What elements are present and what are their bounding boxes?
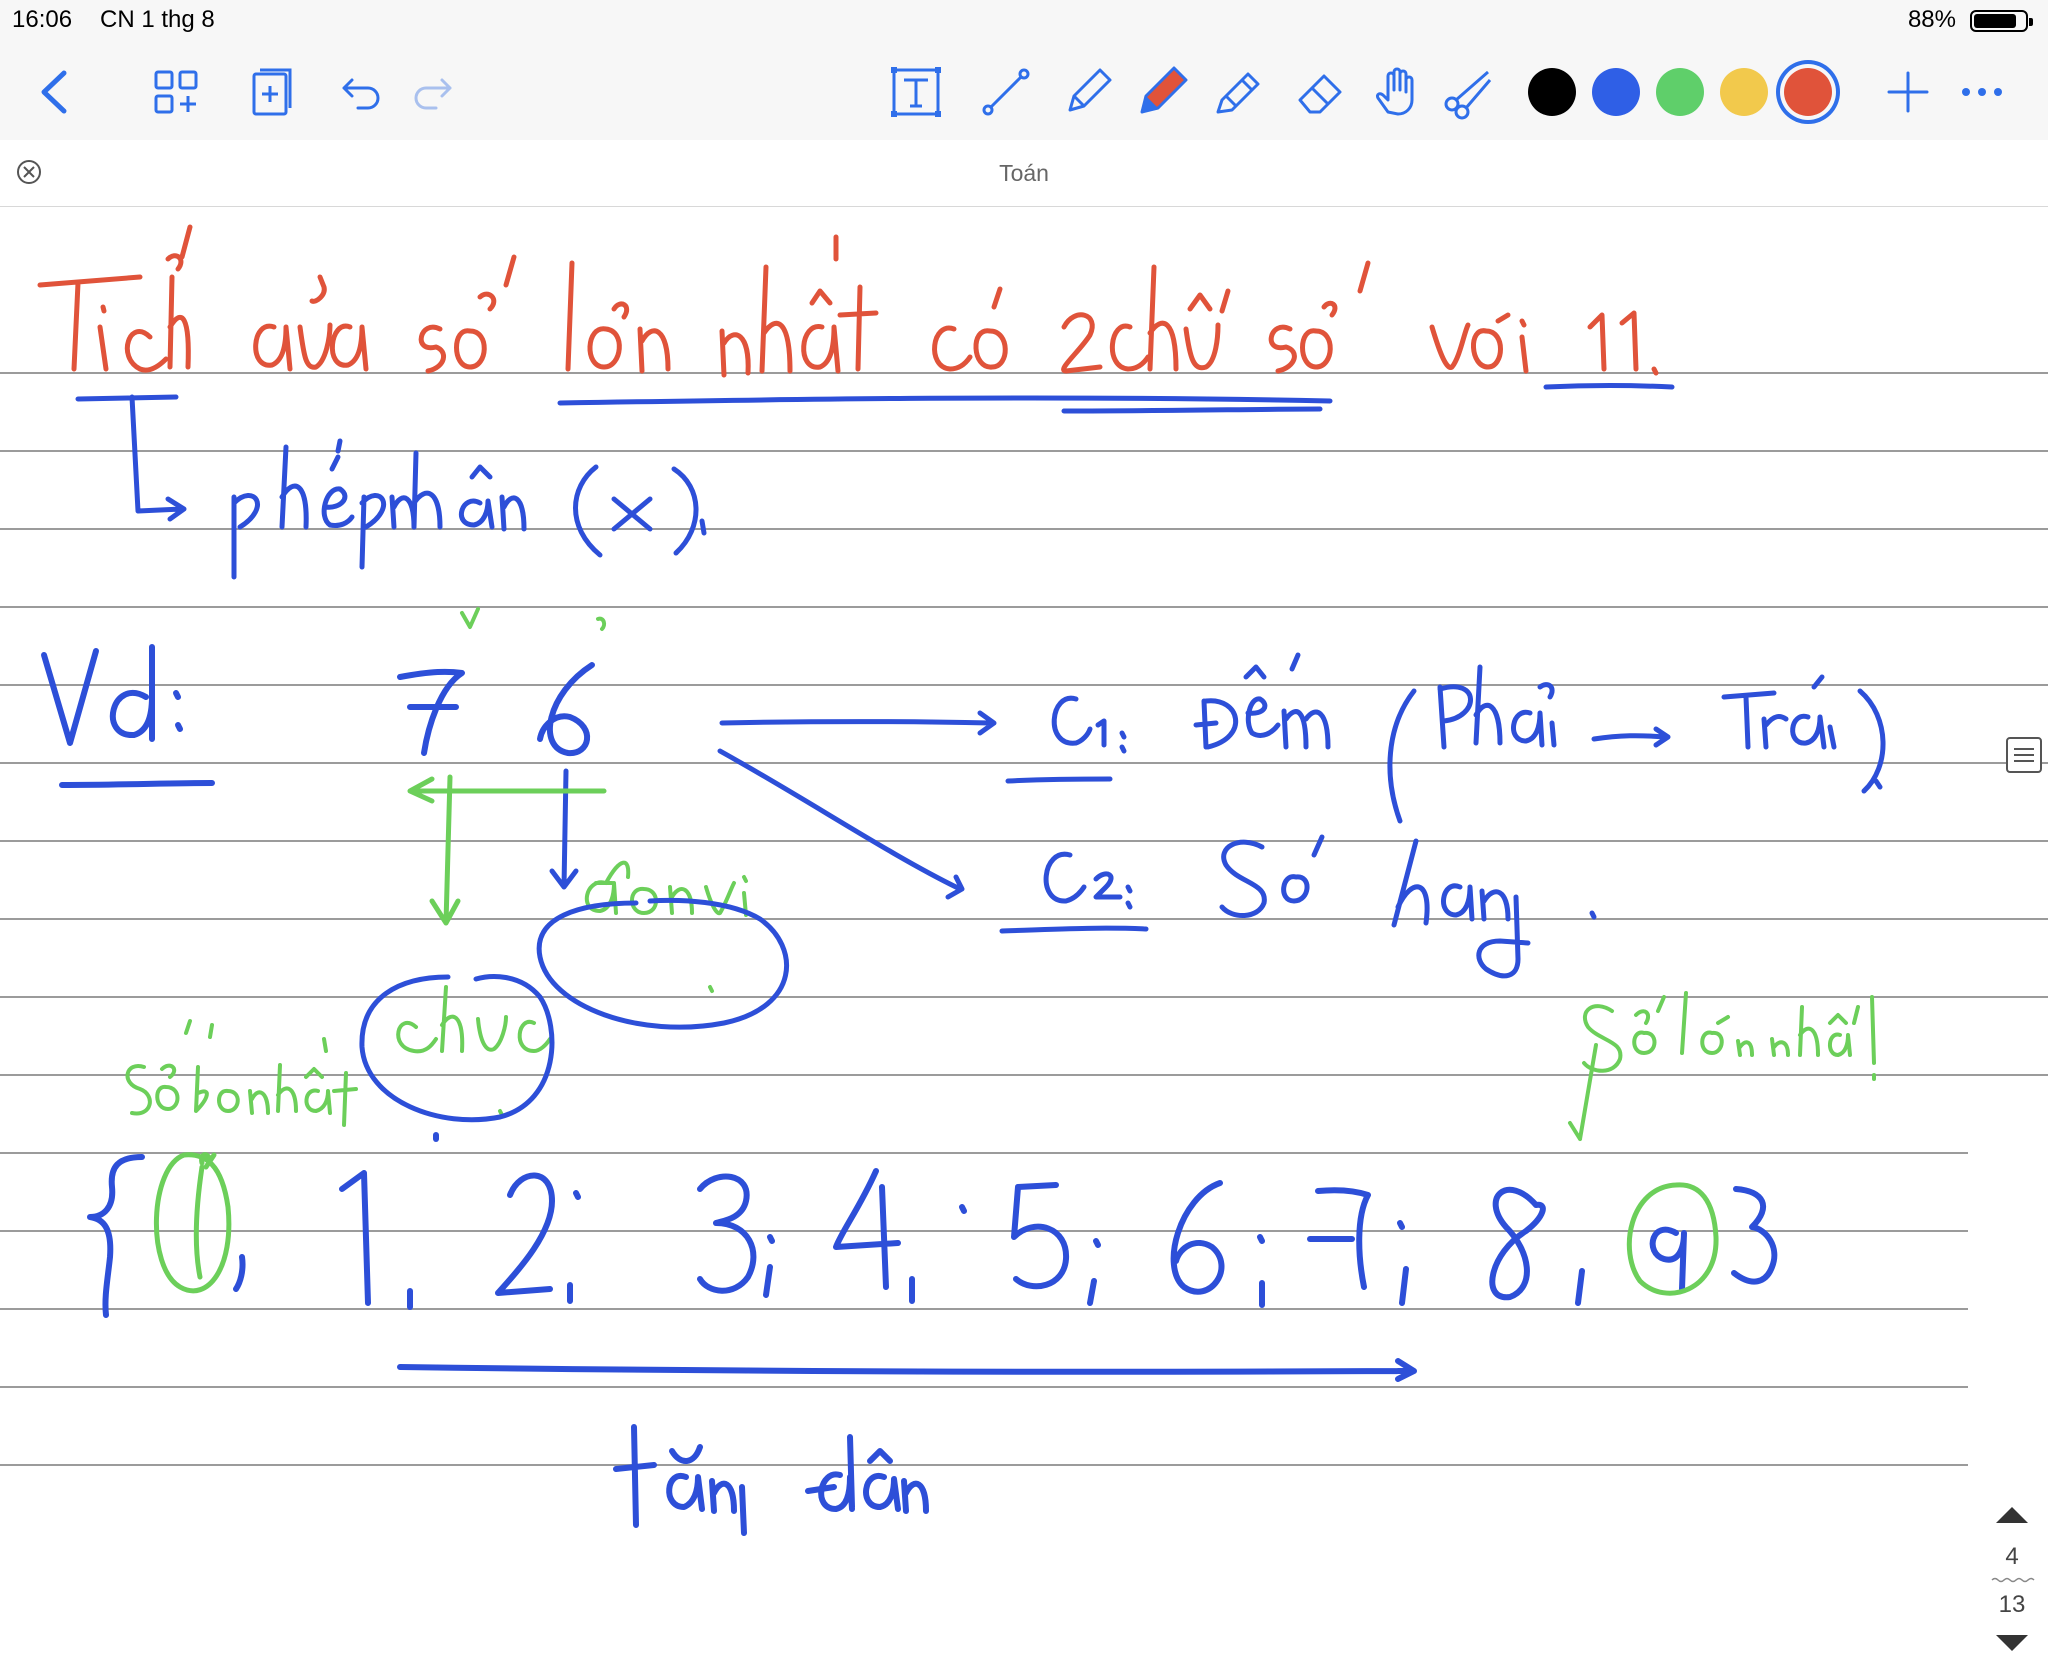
add-page-icon xyxy=(252,68,292,116)
plus-icon xyxy=(1887,71,1929,113)
notebook-page[interactable]: 4 13 xyxy=(0,207,2048,1651)
color-swatch-black[interactable] xyxy=(1528,68,1576,116)
color-swatch-red[interactable] xyxy=(1784,68,1832,116)
page-divider-icon xyxy=(1991,1577,2035,1583)
add-button[interactable] xyxy=(1876,60,1940,124)
handwriting-blue-example xyxy=(41,644,595,788)
hand-tool-button[interactable] xyxy=(1366,60,1430,124)
back-icon xyxy=(41,70,67,114)
pencil-tool-icon xyxy=(1068,68,1112,112)
handwriting-blue-arrows xyxy=(549,710,997,900)
color-swatch-blue[interactable] xyxy=(1592,68,1640,116)
battery-icon xyxy=(1970,10,2033,32)
redo-button[interactable] xyxy=(400,60,464,124)
handwriting-blue-increasing xyxy=(613,1424,929,1536)
add-page-button[interactable] xyxy=(240,60,304,124)
page-down-icon[interactable] xyxy=(1976,1625,2048,1665)
undo-button[interactable] xyxy=(330,60,394,124)
status-date: CN 1 thg 8 xyxy=(100,6,215,33)
handwriting-blue-method-1 xyxy=(1005,652,1886,824)
handwriting-red-title xyxy=(37,224,1659,378)
hand-tool-icon xyxy=(1376,67,1414,116)
document-title: Toán xyxy=(999,160,1049,186)
page-up-icon[interactable] xyxy=(1976,1499,2048,1539)
side-menu-button[interactable] xyxy=(2006,737,2042,773)
eraser-tool-button[interactable] xyxy=(1290,60,1354,124)
undo-icon xyxy=(342,78,380,110)
line-tool-icon xyxy=(982,68,1030,116)
pen-tool-icon xyxy=(1140,66,1188,114)
text-tool-button[interactable] xyxy=(884,60,948,124)
thumbnails-button[interactable] xyxy=(144,60,208,124)
color-swatch-green[interactable] xyxy=(1656,68,1704,116)
current-page-number: 4 xyxy=(2005,1543,2019,1570)
pencil-tool-button[interactable] xyxy=(1056,60,1120,124)
handwriting-blue-circles xyxy=(359,897,790,1123)
handwriting-blue-digit-set xyxy=(87,1132,1778,1382)
handwriting-green-circles xyxy=(154,1152,1719,1296)
handwriting-green-arrows xyxy=(407,774,607,926)
more-icon xyxy=(1962,88,2002,96)
highlighter-tool-button[interactable] xyxy=(1206,60,1270,124)
status-bar: 16:06 CN 1 thg 8 88% xyxy=(0,0,2048,40)
highlighter-tool-icon xyxy=(1216,72,1260,114)
pen-tool-button[interactable] xyxy=(1128,60,1192,124)
thumbnails-icon xyxy=(154,70,198,114)
scissors-tool-button[interactable] xyxy=(1436,60,1500,124)
line-tool-button[interactable] xyxy=(974,60,1038,124)
page-navigator: 4 13 xyxy=(1976,1499,2048,1669)
handwriting-blue-multiplication xyxy=(75,394,707,580)
status-time: 16:06 xyxy=(12,6,73,33)
eraser-tool-icon xyxy=(1298,74,1342,114)
menu-lines-icon xyxy=(2014,748,2034,762)
redo-icon xyxy=(414,78,452,110)
text-tool-icon xyxy=(891,67,941,117)
handwriting-canvas xyxy=(37,224,1886,1536)
toolbar xyxy=(0,40,2048,140)
back-button[interactable] xyxy=(22,60,86,124)
handwriting-blue-underlines xyxy=(557,383,1675,414)
total-pages-number: 13 xyxy=(1998,1591,2026,1618)
battery-percentage: 88% xyxy=(1907,6,1956,33)
handwriting-green-marks-top xyxy=(460,607,607,631)
more-button[interactable] xyxy=(1950,60,2014,124)
handwriting-blue-method-2 xyxy=(999,834,1597,979)
document-title-bar: Toán xyxy=(0,140,2048,207)
scissors-tool-icon xyxy=(1444,70,1492,120)
color-swatch-yellow[interactable] xyxy=(1720,68,1768,116)
